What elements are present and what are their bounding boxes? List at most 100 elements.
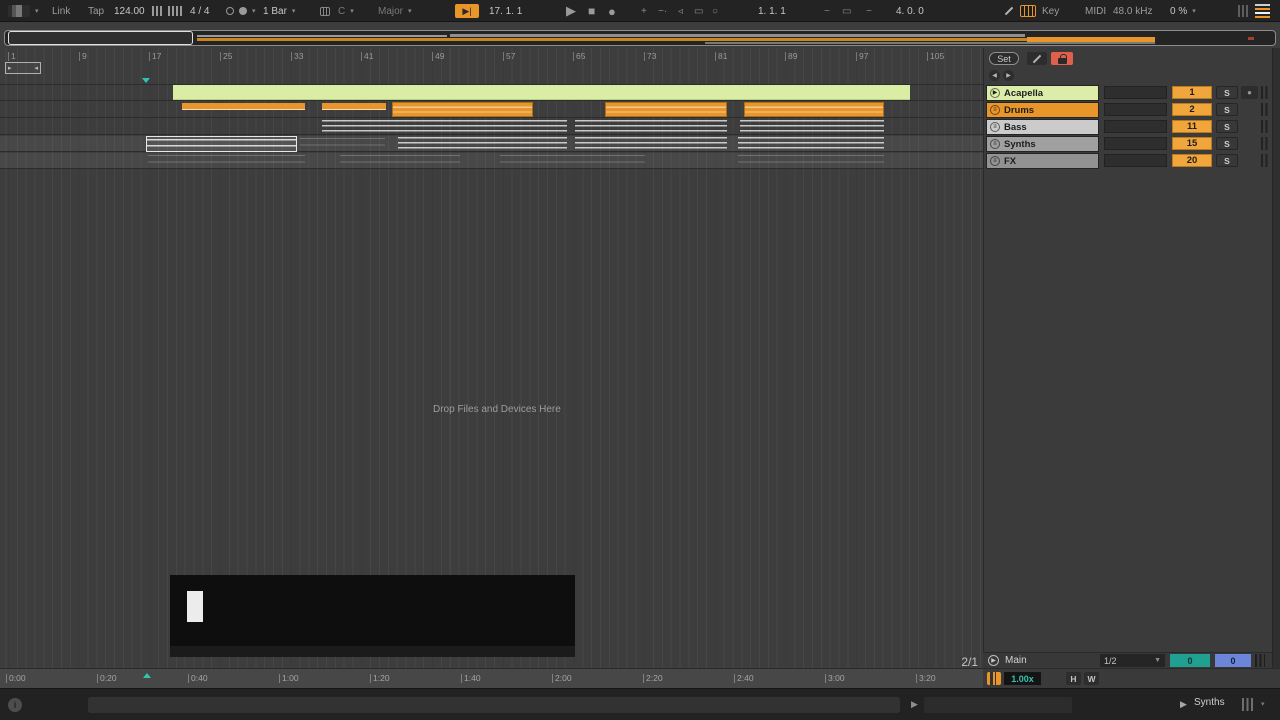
arrangement-clip[interactable]: [392, 102, 533, 117]
arrangement-clip[interactable]: [605, 102, 727, 117]
arrangement-clip[interactable]: [300, 138, 385, 151]
arrangement-clip[interactable]: [575, 137, 727, 151]
arrangement-clip[interactable]: [173, 85, 910, 100]
chevron-down-icon[interactable]: ▾: [1261, 700, 1265, 708]
group-track-icon[interactable]: ≡: [990, 139, 1000, 149]
loop-length-field[interactable]: 4. 0. 0: [896, 3, 924, 19]
track-io-chooser[interactable]: [1104, 120, 1167, 133]
track-io-chooser[interactable]: [1104, 137, 1167, 150]
track-io-chooser[interactable]: [1104, 86, 1167, 99]
tempo-field[interactable]: 124.00: [114, 3, 145, 19]
track-number-box[interactable]: 2: [1172, 103, 1212, 116]
nudge-down-icon[interactable]: [152, 3, 163, 19]
tap-tempo-button[interactable]: Tap: [88, 3, 104, 19]
record-button[interactable]: ●: [608, 3, 616, 19]
track-number-box[interactable]: 1: [1172, 86, 1212, 99]
scale-icon[interactable]: [320, 3, 330, 19]
capture-midi-button[interactable]: ▭: [694, 3, 703, 19]
optimize-width-button[interactable]: W: [1084, 672, 1099, 685]
punch-in-button[interactable]: ~: [824, 3, 830, 19]
key-map-button[interactable]: Key: [1042, 3, 1059, 19]
group-track-icon[interactable]: ≡: [990, 105, 1000, 115]
track-io-chooser[interactable]: [1104, 103, 1167, 116]
preview-speaker-button[interactable]: [987, 672, 1001, 685]
track-header-row[interactable]: ≡Synths15S: [986, 136, 1271, 152]
key-scale-menu[interactable]: Major▾: [378, 3, 412, 19]
send-a-knob[interactable]: 0: [1170, 654, 1210, 667]
track-expand-arrow-icon[interactable]: ▶: [1180, 699, 1187, 710]
solo-button[interactable]: S: [1216, 137, 1238, 150]
session-record-button[interactable]: ○: [712, 3, 718, 19]
arrangement-clip[interactable]: [740, 120, 884, 134]
track-name-cell[interactable]: ≡Drums: [986, 102, 1099, 118]
track-header-row[interactable]: ▶Acapella1S●: [986, 85, 1271, 101]
playback-speed-field[interactable]: 1.00x: [1004, 672, 1041, 685]
time-ruler[interactable]: 0:000:200:401:001:201:402:002:202:403:00…: [0, 668, 983, 688]
view-toggle-menu[interactable]: [1255, 3, 1270, 19]
time-signature-field[interactable]: 4 / 4: [190, 3, 209, 19]
play-button[interactable]: ▶: [566, 3, 576, 19]
reenable-automation-button[interactable]: ◃: [678, 3, 683, 19]
arrangement-clip[interactable]: [340, 155, 460, 168]
metronome-button[interactable]: ▾: [226, 3, 256, 19]
send-b-knob[interactable]: 0: [1215, 654, 1251, 667]
track-io-chooser[interactable]: [1104, 154, 1167, 167]
track-header-row[interactable]: ≡Bass 11 S: [986, 119, 1271, 135]
lock-envelopes-button[interactable]: [1051, 52, 1073, 65]
follow-button[interactable]: ▶|: [455, 3, 479, 19]
optimize-height-button[interactable]: H: [1066, 672, 1081, 685]
expand-arrow-icon[interactable]: ▶: [911, 699, 918, 710]
track-name-cell[interactable]: ≡FX: [986, 153, 1099, 169]
solo-button[interactable]: S: [1216, 154, 1238, 167]
arrangement-overview[interactable]: [4, 30, 1276, 46]
loop-start-field[interactable]: 1. 1. 1: [758, 3, 786, 19]
arrangement-clip[interactable]: [738, 155, 884, 168]
stop-button[interactable]: ■: [588, 3, 595, 19]
track-play-icon[interactable]: ▶: [990, 88, 1000, 98]
preferences-menu-icon[interactable]: ▾: [8, 3, 39, 19]
punch-out-button[interactable]: ~: [866, 3, 872, 19]
track-number-box[interactable]: 20: [1172, 154, 1212, 167]
overdub-button[interactable]: +: [641, 3, 647, 19]
arrangement-clip[interactable]: [148, 155, 305, 168]
next-marker-button[interactable]: ▶: [1003, 70, 1014, 81]
insert-marker[interactable]: [142, 78, 150, 83]
scrollbar-strip[interactable]: [1272, 48, 1280, 668]
draw-automation-button[interactable]: [1027, 52, 1047, 65]
quantize-menu[interactable]: 1 Bar▾: [263, 3, 295, 19]
arrangement-clip[interactable]: [738, 137, 884, 151]
arrangement-area[interactable]: 191725334149576573818997105 ▸ ◂ Drop Fil…: [0, 48, 983, 668]
track-header-row[interactable]: ≡Drums 2S: [986, 102, 1271, 118]
track-header-row[interactable]: ≡FX 20 S: [986, 153, 1271, 169]
loop-brace[interactable]: ▸ ◂: [5, 62, 41, 74]
arrangement-clip[interactable]: [500, 155, 645, 168]
track-name-cell[interactable]: ≡Synths: [986, 136, 1099, 152]
info-icon[interactable]: i: [8, 698, 22, 712]
beat-time-ruler[interactable]: 191725334149576573818997105: [0, 48, 983, 68]
main-routing-select[interactable]: 1/2▼: [1100, 654, 1165, 667]
overview-view-box[interactable]: [8, 31, 193, 45]
solo-button[interactable]: S: [1216, 86, 1238, 99]
cpu-meter[interactable]: 0 %▾: [1170, 3, 1196, 19]
solo-button[interactable]: S: [1216, 103, 1238, 116]
computer-midi-keyboard-button[interactable]: [1020, 3, 1036, 19]
track-name-cell[interactable]: ≡Bass: [986, 119, 1099, 135]
prev-marker-button[interactable]: ◀: [989, 70, 1000, 81]
track-number-box[interactable]: 11: [1172, 120, 1212, 133]
loop-switch-button[interactable]: ▭: [842, 3, 851, 19]
arrangement-position-field[interactable]: 17. 1. 1: [489, 3, 522, 19]
midi-map-button[interactable]: MIDI: [1085, 3, 1106, 19]
link-button[interactable]: Link: [52, 3, 70, 19]
solo-button[interactable]: S: [1216, 120, 1238, 133]
arrangement-clip[interactable]: [322, 120, 567, 134]
arrangement-clip[interactable]: [322, 103, 386, 110]
video-window[interactable]: [170, 575, 575, 657]
arrangement-clip[interactable]: [744, 102, 884, 117]
draw-mode-button[interactable]: [1003, 3, 1015, 19]
nudge-up-icon[interactable]: [168, 3, 183, 19]
group-track-icon[interactable]: ≡: [990, 156, 1000, 166]
main-track-header[interactable]: ▶ Main 1/2▼ 0 0: [983, 652, 1272, 668]
automation-arm-button[interactable]: ~·: [658, 3, 667, 19]
arm-record-button[interactable]: ●: [1241, 86, 1258, 99]
arrangement-clip[interactable]: [182, 103, 305, 110]
